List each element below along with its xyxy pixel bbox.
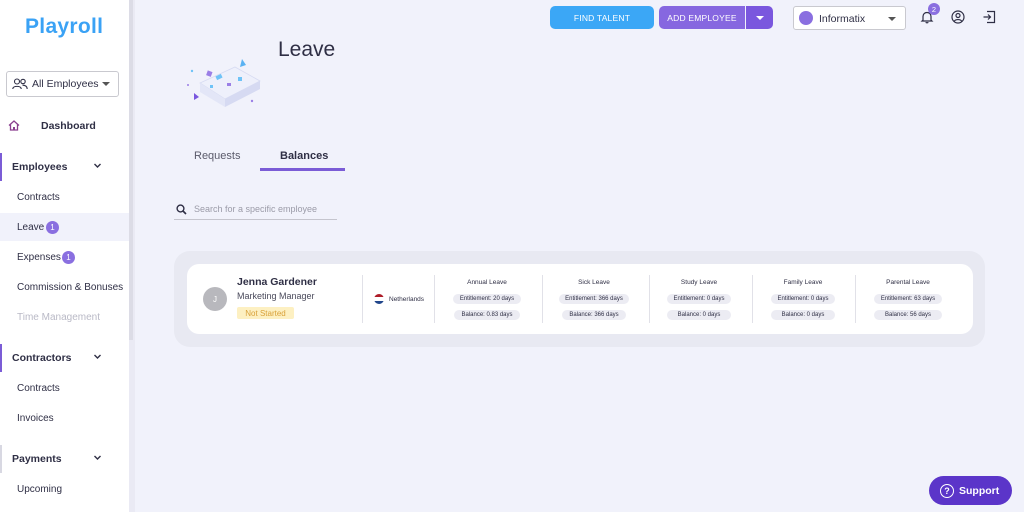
column-divider: [649, 275, 650, 323]
entitlement-pill: Entitlement: 20 days: [453, 294, 521, 304]
status-badge: Not Started: [237, 307, 294, 319]
sidebar-item-label: Leave: [17, 222, 45, 233]
leave-type-label: Family Leave: [783, 279, 823, 286]
column-divider: [752, 275, 753, 323]
entitlement-pill: Entitlement: 366 days: [559, 294, 629, 304]
employee-filter-label: All Employees: [32, 78, 99, 90]
column-divider: [542, 275, 543, 323]
sidebar-group-label: Contractors: [12, 352, 72, 364]
sidebar-item-label: Upcoming: [17, 484, 63, 495]
employee-search: [174, 202, 337, 220]
employee-avatar: J: [203, 287, 227, 311]
leave-column-sick: Sick Leave Entitlement: 366 days Balance…: [549, 278, 639, 322]
employee-country: Netherlands: [374, 294, 424, 304]
sidebar-item-label: Time Management: [17, 312, 100, 323]
sidebar-item-invoices[interactable]: Invoices: [0, 404, 129, 432]
leave-column-family: Family Leave Entitlement: 0 days Balance…: [758, 278, 848, 322]
leave-illustration: [187, 59, 261, 107]
sidebar-item-label: Expenses: [17, 252, 61, 263]
sidebar-item-leave[interactable]: Leave 1: [0, 213, 129, 241]
add-employee-button[interactable]: ADD EMPLOYEE: [659, 6, 745, 29]
sidebar-item-label: Dashboard: [41, 120, 96, 132]
sidebar-item-employee-contracts[interactable]: Contracts: [0, 183, 129, 211]
sidebar-item-commission-bonuses[interactable]: Commission & Bonuses: [0, 273, 129, 301]
employee-filter-select[interactable]: All Employees: [6, 71, 119, 97]
sidebar-item-dashboard[interactable]: Dashboard: [0, 115, 129, 137]
balance-pill: Balance: 0 days: [667, 310, 731, 320]
support-button[interactable]: ? Support: [929, 476, 1012, 505]
country-label: Netherlands: [389, 295, 425, 303]
sidebar-item-contractor-contracts[interactable]: Contracts: [0, 374, 129, 402]
chevron-down-icon: [756, 16, 764, 20]
sidebar-item-expenses[interactable]: Expenses 1: [0, 243, 129, 271]
leave-column-study: Study Leave Entitlement: 0 days Balance:…: [654, 278, 744, 322]
sidebar-item-label: Invoices: [17, 413, 54, 424]
employee-name[interactable]: Jenna Gardener: [237, 276, 317, 288]
column-divider: [434, 275, 435, 323]
column-divider: [855, 275, 856, 323]
tab-requests[interactable]: Requests: [194, 150, 240, 162]
leave-type-label: Study Leave: [680, 279, 718, 286]
entitlement-pill: Entitlement: 0 days: [667, 294, 731, 304]
sidebar-scrollbar[interactable]: [129, 0, 133, 340]
sidebar-group-employees[interactable]: Employees: [0, 153, 129, 181]
find-talent-button[interactable]: FIND TALENT: [550, 6, 654, 29]
notification-count-badge: 2: [928, 3, 940, 15]
playroll-logo[interactable]: Playroll: [25, 15, 103, 39]
leave-column-annual: Annual Leave Entitlement: 20 days Balanc…: [442, 278, 532, 322]
chevron-down-icon: [94, 354, 101, 359]
company-name: Informatix: [819, 13, 866, 25]
sidebar-item-label: Commission & Bonuses: [17, 282, 124, 293]
page-title: Leave: [278, 38, 336, 61]
sidebar-item-time-management: Time Management: [0, 303, 129, 331]
company-select[interactable]: Informatix: [793, 6, 906, 30]
leave-type-label: Annual Leave: [467, 279, 507, 286]
sidebar-group-payments[interactable]: Payments: [0, 445, 129, 473]
column-divider: [362, 275, 363, 323]
balance-pill: Balance: 0 days: [771, 310, 835, 320]
chevron-down-icon: [94, 163, 101, 168]
home-icon: [8, 120, 20, 131]
balance-pill: Balance: 0.83 days: [454, 310, 520, 320]
chevron-down-icon: [102, 82, 110, 86]
logout-icon[interactable]: [982, 10, 996, 24]
search-input[interactable]: [194, 204, 334, 214]
chevron-down-icon: [888, 17, 896, 21]
sidebar-item-label: Contracts: [17, 383, 60, 394]
balance-pill: Balance: 366 days: [562, 310, 626, 320]
company-avatar: [799, 11, 813, 25]
sidebar-group-label: Payments: [12, 453, 62, 465]
help-icon: ?: [940, 483, 954, 498]
netherlands-flag-icon: [374, 294, 384, 304]
expenses-count-badge: 1: [62, 251, 75, 264]
entitlement-pill: Entitlement: 0 days: [771, 294, 835, 304]
sidebar-group-label: Employees: [12, 161, 68, 173]
employee-role: Marketing Manager: [237, 291, 315, 301]
search-icon: [176, 204, 187, 215]
entitlement-pill: Entitlement: 63 days: [874, 294, 942, 304]
tab-balances[interactable]: Balances: [280, 150, 328, 162]
balance-pill: Balance: 56 days: [874, 310, 942, 320]
support-label: Support: [959, 484, 1000, 497]
sidebar: Playroll All Employees Dashboard Employe…: [0, 0, 129, 512]
users-icon: [12, 78, 28, 90]
leave-count-badge: 1: [46, 221, 59, 234]
sidebar-group-contractors[interactable]: Contractors: [0, 344, 129, 372]
leave-type-label: Sick Leave: [578, 279, 610, 286]
user-profile-icon[interactable]: [951, 10, 965, 24]
add-employee-dropdown-button[interactable]: [746, 6, 773, 29]
leave-column-parental: Parental Leave Entitlement: 63 days Bala…: [863, 278, 953, 322]
sidebar-item-label: Contracts: [17, 192, 60, 203]
active-tab-indicator: [260, 168, 345, 171]
leave-type-label: Parental Leave: [886, 279, 930, 286]
chevron-down-icon: [94, 455, 101, 460]
sidebar-item-upcoming[interactable]: Upcoming: [0, 475, 129, 503]
